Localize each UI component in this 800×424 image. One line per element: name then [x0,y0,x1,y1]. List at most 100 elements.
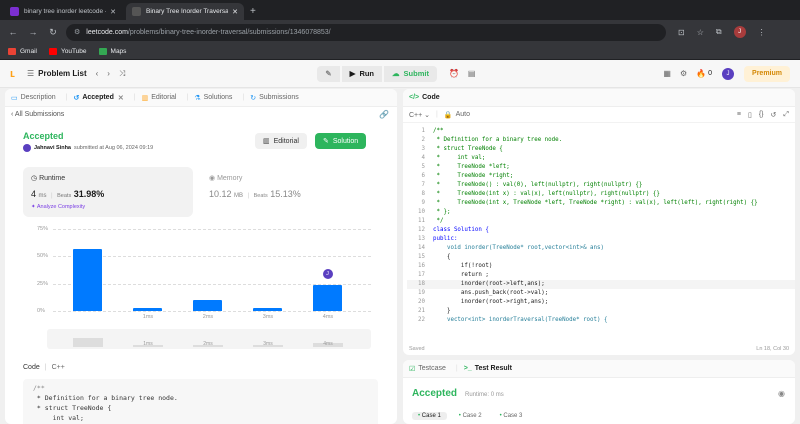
code-text: * TreeNode *left; [433,164,510,170]
line-number: 18 [418,281,425,287]
bookmark-star-icon[interactable]: ☆ [697,28,704,37]
code-line[interactable]: 3 * struct TreeNode { [407,145,795,154]
back-arrow-icon[interactable]: ← [6,27,20,37]
url-path: /problems/binary-tree-inorder-traversal/… [127,28,331,36]
code-line[interactable]: 9 * TreeNode(int x, TreeNode *left, Tree… [407,199,795,208]
eye-icon[interactable]: ◉ [778,389,785,398]
runtime-distribution-chart: 75% 50% 25% 0% 1ms 2ms 3ms 4ms J [5,89,397,359]
code-line[interactable]: 1 /** [407,127,795,136]
bookmark-youtube[interactable]: YouTube [48,48,87,55]
language-select[interactable]: C++ ⌄ [409,111,430,119]
extensions-icon[interactable]: ⧉ [716,27,722,37]
problem-list-icon[interactable]: ☰ [27,69,34,78]
leetcode-logo-icon[interactable]: ʟ [10,68,15,80]
code-text: /** [433,128,444,134]
browser-tab-leetcode[interactable]: Binary Tree Inorder Traversal - Le ✕ [126,3,244,20]
browser-tab-youtube[interactable]: binary tree inorder leetcode - Y ✕ [4,3,122,20]
settings-icon[interactable]: ⚙ [680,69,687,78]
chart-bar[interactable] [193,300,222,311]
new-tab-icon[interactable]: + [250,6,256,17]
code-line[interactable]: 10 * }; [407,208,795,217]
braces-icon[interactable]: {} [759,111,764,119]
maps-icon [98,48,107,55]
code-line[interactable]: 16 if(!root) [407,262,795,271]
code-text: * TreeNode(int x) : val(x), left(nullptr… [433,191,660,197]
line-number: 15 [418,254,425,260]
next-problem-icon[interactable]: › [107,69,110,78]
line-number: 8 [421,191,426,197]
case-tab-1[interactable]: • Case 1 [412,412,447,420]
checkbox-icon: ☑ [409,365,416,373]
fullscreen-icon[interactable]: ⤢ [783,111,789,119]
url-input[interactable]: ⚙ leetcode.com/problems/binary-tree-inor… [66,23,666,41]
bookmark-icon[interactable]: ▯ [748,111,752,119]
code-editor[interactable]: 1 /** 2 * Definition for a binary tree nod… [403,127,795,335]
code-line[interactable]: 14 void inorder(TreeNode* root,vector<in… [407,244,795,253]
my-submission-marker[interactable]: J [322,268,333,279]
upload-cloud-icon: ☁ [392,69,400,78]
streak-fire-icon[interactable]: 🔥 [696,69,706,78]
user-avatar[interactable]: J [722,67,735,80]
code-line[interactable]: 22 vector<int> inorderTraversal(TreeNode… [407,316,795,325]
navigator-label: 1ms [143,341,153,347]
chart-x-tick-label: 3ms [262,314,274,320]
reset-icon[interactable]: ↺ [771,111,777,119]
chart-bar[interactable] [133,307,162,311]
code-line[interactable]: 15 { [407,253,795,262]
tab-testcase[interactable]: ☑ Testcase [409,365,446,373]
translate-icon[interactable]: ⊡ [678,28,685,37]
code-line[interactable]: 5 * TreeNode *left; [407,163,795,172]
problem-list-link[interactable]: Problem List [38,69,86,78]
case-tab-3[interactable]: • Case 3 [494,412,529,420]
auto-mode[interactable]: Auto [456,111,470,118]
line-number: 9 [421,200,426,206]
prev-problem-icon[interactable]: ‹ [96,69,99,78]
gmail-icon [8,48,16,55]
code-line[interactable]: 13 public: [407,235,795,244]
tab-code[interactable]: </> Code [409,94,440,101]
chart-gridline [53,311,371,312]
navigator-bar [73,337,103,347]
notes-icon[interactable]: ▤ [468,69,476,78]
chart-bar[interactable] [313,284,342,311]
submit-button[interactable]: ☁ Submit [384,65,437,82]
bookmark-maps[interactable]: Maps [98,48,126,55]
premium-button[interactable]: Premium [744,65,790,82]
chart-bar[interactable] [73,248,102,311]
site-info-icon[interactable]: ⚙ [74,28,80,36]
code-line[interactable]: 21 } [407,307,795,316]
navigator-label: 4ms [323,341,333,347]
line-number: 3 [421,146,426,152]
run-button[interactable]: ▶ Run [341,65,383,82]
chart-range-navigator[interactable]: 1ms 2ms 3ms 4ms [47,329,371,349]
layout-icon[interactable]: ▦ [663,69,671,78]
code-line[interactable]: 8 * TreeNode(int x) : val(x), left(nullp… [407,190,795,199]
tab-test-result[interactable]: >_ Test Result [464,365,512,372]
code-line[interactable]: 11 */ [407,217,795,226]
code-line[interactable]: 19 ans.push_back(root->val); [407,289,795,298]
close-tab-icon[interactable]: ✕ [110,8,116,16]
code-line[interactable]: 12 class Solution { [407,226,795,235]
bookmark-gmail[interactable]: Gmail [8,48,37,55]
code-line[interactable]: 20 inorder(root->right,ans); [407,298,795,307]
chart-bar[interactable] [253,307,282,311]
code-line[interactable]: 17 return ; [407,271,795,280]
timer-icon[interactable]: ⏰ [449,69,459,78]
code-text: } [433,308,451,314]
shuffle-icon[interactable]: ⤨ [119,69,125,79]
case-tab-2[interactable]: • Case 2 [453,412,488,420]
line-number: 20 [418,299,425,305]
code-line[interactable]: 4 * int val; [407,154,795,163]
menu-icon[interactable]: ⋮ [758,28,766,37]
code-text: if(!root) [433,263,493,269]
format-icon[interactable]: ≡ [737,111,741,119]
close-tab-icon[interactable]: ✕ [232,8,238,16]
code-line[interactable]: 6 * TreeNode *right; [407,172,795,181]
code-line[interactable]: 18 inorder(root->left,ans); [407,280,795,289]
code-line[interactable]: 2 * Definition for a binary tree node. [407,136,795,145]
debug-button[interactable]: ✎ [317,65,340,82]
code-line[interactable]: 7 * TreeNode() : val(0), left(nullptr), … [407,181,795,190]
reload-icon[interactable]: ↻ [46,27,60,38]
forward-arrow-icon[interactable]: → [26,27,40,37]
profile-avatar[interactable]: J [733,26,746,38]
